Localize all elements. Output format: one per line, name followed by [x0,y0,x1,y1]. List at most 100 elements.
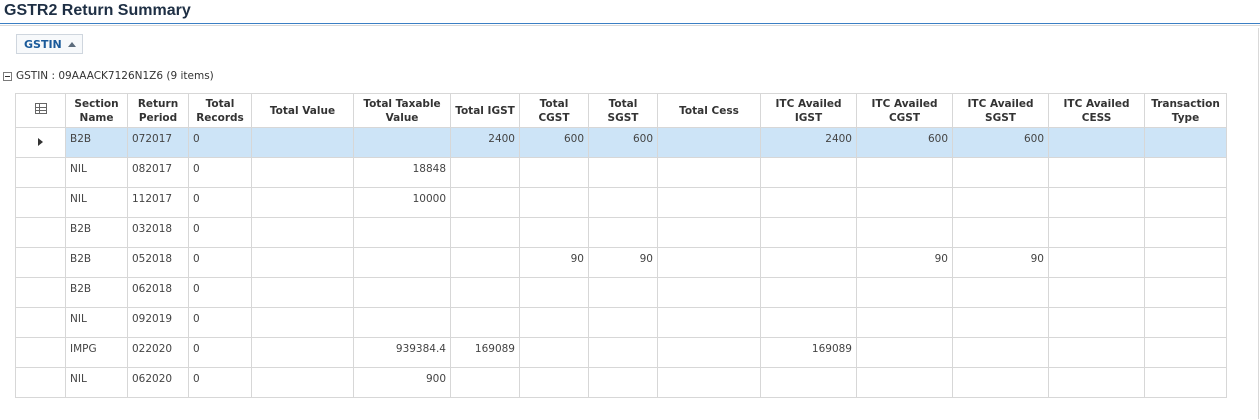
table-row[interactable]: NIL 112017 0 10000 [15,187,1227,218]
table-cell[interactable]: 082017 [127,157,189,188]
table-row[interactable]: B2B 062018 0 [15,277,1227,308]
table-cell[interactable] [251,307,354,338]
table-cell[interactable]: 072017 [127,127,189,158]
table-cell[interactable] [450,307,520,338]
group-row-gstin[interactable]: GSTIN : 09AAACK7126N1Z6 (9 items) [3,70,214,82]
table-cell[interactable] [657,337,761,368]
table-cell[interactable]: 939384.4 [353,337,451,368]
table-cell[interactable]: 092019 [127,307,189,338]
table-cell[interactable] [657,247,761,278]
table-cell[interactable]: 0 [188,367,252,398]
col-total-cgst[interactable]: Total CGST [519,93,589,128]
table-cell[interactable] [1144,307,1227,338]
table-cell[interactable]: 0 [188,127,252,158]
table-cell[interactable] [856,157,953,188]
col-transaction-type[interactable]: Transaction Type [1144,93,1227,128]
table-cell[interactable] [519,187,589,218]
table-cell[interactable]: 600 [856,127,953,158]
table-cell[interactable]: 0 [188,337,252,368]
table-cell[interactable] [952,187,1049,218]
table-cell[interactable] [952,307,1049,338]
table-row[interactable]: NIL 092019 0 [15,307,1227,338]
table-cell[interactable] [1144,247,1227,278]
table-cell[interactable]: 0 [188,307,252,338]
table-cell[interactable] [519,367,589,398]
table-cell[interactable]: 90 [588,247,658,278]
table-cell[interactable] [657,277,761,308]
table-cell[interactable] [657,157,761,188]
table-cell[interactable] [1048,367,1145,398]
table-cell[interactable]: 032018 [127,217,189,248]
table-cell[interactable] [251,127,354,158]
table-cell[interactable]: 2400 [760,127,857,158]
table-cell[interactable]: 052018 [127,247,189,278]
table-cell[interactable] [251,367,354,398]
group-by-gstin-button[interactable]: GSTIN [16,34,83,54]
col-return-period[interactable]: Return Period [127,93,189,128]
table-cell[interactable] [588,217,658,248]
table-cell[interactable] [1144,217,1227,248]
table-cell[interactable] [1144,157,1227,188]
table-cell[interactable]: 10000 [353,187,451,218]
table-row[interactable]: NIL 082017 0 18848 [15,157,1227,188]
table-cell[interactable] [856,337,953,368]
table-cell[interactable] [657,217,761,248]
table-cell[interactable]: 022020 [127,337,189,368]
col-total-sgst[interactable]: Total SGST [588,93,658,128]
table-cell[interactable] [1144,187,1227,218]
table-row[interactable]: B2B 052018 0 90 90 90 90 [15,247,1227,278]
table-cell[interactable]: NIL [65,307,128,338]
table-cell[interactable] [588,307,658,338]
table-cell[interactable] [952,367,1049,398]
col-total-value[interactable]: Total Value [251,93,354,128]
table-cell[interactable] [450,247,520,278]
table-cell[interactable] [1048,127,1145,158]
table-cell[interactable] [588,337,658,368]
col-total-cess[interactable]: Total Cess [657,93,761,128]
col-itc-availed-sgst[interactable]: ITC Availed SGST [952,93,1049,128]
table-cell[interactable] [657,127,761,158]
table-cell[interactable] [856,277,953,308]
table-cell[interactable]: 18848 [353,157,451,188]
table-cell[interactable] [760,187,857,218]
table-row[interactable]: NIL 062020 0 900 [15,367,1227,398]
table-cell[interactable] [760,367,857,398]
table-cell[interactable] [450,157,520,188]
table-cell[interactable] [856,307,953,338]
table-cell[interactable] [760,277,857,308]
row-indicator-cell[interactable] [15,277,66,308]
row-indicator-cell[interactable] [15,157,66,188]
table-cell[interactable] [1048,307,1145,338]
table-cell[interactable]: 062020 [127,367,189,398]
table-cell[interactable] [1048,157,1145,188]
table-cell[interactable]: 0 [188,247,252,278]
col-itc-availed-cess[interactable]: ITC Availed CESS [1048,93,1145,128]
table-cell[interactable]: 062018 [127,277,189,308]
table-cell[interactable] [588,187,658,218]
table-cell[interactable] [952,157,1049,188]
table-cell[interactable] [450,217,520,248]
column-chooser-cell[interactable] [15,93,66,128]
row-indicator-cell[interactable] [15,247,66,278]
table-cell[interactable] [1048,247,1145,278]
table-cell[interactable]: NIL [65,187,128,218]
table-cell[interactable]: B2B [65,127,128,158]
table-cell[interactable] [519,307,589,338]
table-cell[interactable] [519,157,589,188]
table-cell[interactable] [952,337,1049,368]
table-cell[interactable] [760,247,857,278]
table-cell[interactable] [353,277,451,308]
table-cell[interactable] [1048,277,1145,308]
table-cell[interactable] [760,217,857,248]
col-total-records[interactable]: Total Records [188,93,252,128]
table-cell[interactable] [353,307,451,338]
table-cell[interactable]: 600 [519,127,589,158]
table-cell[interactable] [588,157,658,188]
row-indicator-cell[interactable] [15,337,66,368]
table-cell[interactable] [519,217,589,248]
table-cell[interactable]: 600 [952,127,1049,158]
row-indicator-cell[interactable] [15,307,66,338]
table-row[interactable]: B2B 032018 0 [15,217,1227,248]
table-cell[interactable] [353,247,451,278]
table-cell[interactable] [353,217,451,248]
